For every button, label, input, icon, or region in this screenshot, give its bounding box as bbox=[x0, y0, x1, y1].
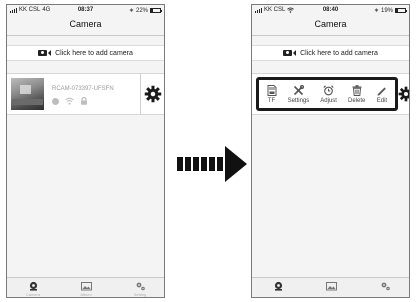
offline-dot-icon bbox=[52, 97, 59, 105]
album-tab-icon bbox=[325, 282, 337, 291]
add-camera-icon bbox=[283, 50, 297, 56]
bluetooth-icon: ∗ bbox=[128, 8, 134, 14]
page-title: Camera bbox=[314, 19, 347, 29]
phone-after: KK CSL 08:40 ∗ 19% Camera Click here to … bbox=[251, 4, 410, 298]
add-camera-button[interactable]: Click here to add camera bbox=[7, 45, 164, 61]
add-camera-label: Click here to add camera bbox=[55, 49, 133, 57]
camera-tab-icon bbox=[274, 281, 282, 291]
battery-percent: 19% bbox=[380, 7, 393, 14]
nav-divider bbox=[252, 35, 409, 36]
camera-tab-icon bbox=[29, 281, 37, 291]
tab-settings[interactable]: Setting bbox=[125, 281, 155, 297]
tab-settings[interactable] bbox=[370, 281, 400, 291]
alarm-clock-icon bbox=[323, 84, 334, 95]
camera-list-item[interactable]: RCAM-073397-UFSFN bbox=[7, 73, 164, 115]
tools-icon bbox=[293, 84, 304, 95]
add-camera-label: Click here to add camera bbox=[300, 49, 378, 57]
settings-label: Settings bbox=[287, 97, 310, 104]
add-camera-button[interactable]: Click here to add camera bbox=[252, 45, 409, 61]
phone-before: KK CSL 4G 08:37 ∗ 22% Camera Click here … bbox=[6, 4, 165, 298]
settings-tab-icon bbox=[381, 282, 390, 291]
tab-bar: Camera Album Setting bbox=[7, 277, 164, 297]
settings-button[interactable]: Settings bbox=[287, 84, 310, 104]
wifi-icon bbox=[65, 97, 74, 105]
delete-label: Delete bbox=[348, 97, 366, 104]
tf-label: TF bbox=[267, 97, 276, 104]
tab-camera[interactable]: Camera bbox=[18, 281, 48, 297]
status-bar: KK CSL 08:40 ∗ 19% bbox=[252, 5, 409, 16]
tab-album[interactable] bbox=[316, 281, 346, 291]
album-tab-icon bbox=[80, 282, 92, 291]
pencil-icon bbox=[377, 87, 387, 96]
add-camera-icon bbox=[38, 50, 52, 56]
page-title: Camera bbox=[69, 19, 102, 29]
camera-action-toolbar: TF Settings Adjust Delete Edit bbox=[256, 77, 398, 111]
trash-icon bbox=[352, 84, 362, 96]
adjust-button[interactable]: Adjust bbox=[320, 84, 337, 104]
battery-percent: 22% bbox=[135, 7, 148, 14]
battery-icon bbox=[150, 8, 162, 13]
camera-id: RCAM-073397-UFSFN bbox=[52, 86, 114, 92]
tab-camera-label: Camera bbox=[25, 292, 41, 297]
tf-card-icon bbox=[267, 84, 277, 96]
bluetooth-icon: ∗ bbox=[373, 8, 379, 14]
status-bar: KK CSL 4G 08:37 ∗ 22% bbox=[7, 5, 164, 16]
nav-divider bbox=[7, 35, 164, 36]
edit-button[interactable]: Edit bbox=[376, 85, 387, 104]
tab-album-label: Album bbox=[80, 292, 92, 297]
camera-thumbnail bbox=[11, 78, 44, 110]
gear-icon bbox=[144, 85, 162, 103]
tab-settings-label: Setting bbox=[133, 292, 147, 297]
battery-icon bbox=[395, 8, 407, 13]
gear-icon bbox=[398, 86, 409, 102]
camera-settings-button[interactable] bbox=[398, 86, 409, 107]
lock-icon bbox=[81, 97, 87, 105]
tab-camera[interactable] bbox=[263, 281, 293, 291]
settings-tab-icon bbox=[136, 282, 145, 291]
tf-button[interactable]: TF bbox=[267, 84, 277, 104]
tab-album[interactable]: Album bbox=[71, 281, 101, 297]
camera-list-item[interactable]: TF Settings Adjust Delete Edit bbox=[252, 73, 409, 115]
delete-button[interactable]: Delete bbox=[348, 84, 366, 104]
camera-status-icons bbox=[52, 97, 88, 105]
tab-bar bbox=[252, 277, 409, 297]
camera-settings-button[interactable] bbox=[140, 74, 164, 114]
adjust-label: Adjust bbox=[320, 97, 337, 104]
transition-arrow-icon bbox=[177, 146, 247, 182]
edit-label: Edit bbox=[376, 97, 388, 104]
